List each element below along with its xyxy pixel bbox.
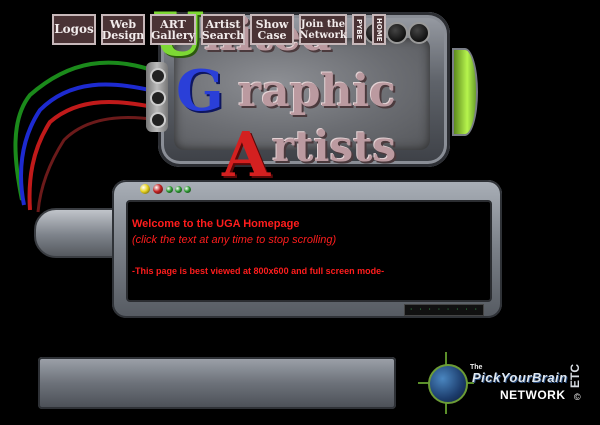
nav-logos-button[interactable]: Logos	[52, 14, 96, 45]
nav-join-network-button[interactable]: Join the Network	[299, 14, 347, 45]
scrolling-message-screen[interactable]: Welcome to the UGA Homepage (click the t…	[126, 200, 492, 302]
nav-artist-search-button[interactable]: Artist Search	[201, 14, 245, 45]
globe-icon	[428, 364, 468, 404]
monitor-knob-icon	[408, 22, 430, 44]
welcome-title[interactable]: Welcome to the UGA Homepage	[132, 218, 299, 230]
network-label: NETWORK	[500, 388, 566, 402]
network-brand: PickYourBrain	[472, 370, 568, 385]
best-viewed-note[interactable]: -This page is best viewed at 800x600 and…	[132, 266, 384, 276]
network-etc: ETC	[568, 364, 582, 388]
nav-home-button[interactable]: HOME	[372, 14, 386, 45]
status-led-icon	[140, 184, 150, 194]
status-led-icon	[184, 186, 191, 193]
network-copyright: ©	[574, 392, 581, 402]
port-dot-icon	[150, 112, 166, 128]
pickyourbrain-network-badge[interactable]: The PickYourBrain NETWORK © ETC	[418, 352, 596, 416]
port-dot-icon	[150, 68, 166, 84]
console-tiny-label: · · · · · · · ·	[404, 304, 484, 316]
scroll-hint[interactable]: (click the text at any time to stop scro…	[132, 234, 336, 246]
monitor-knob-icon	[386, 22, 408, 44]
nav-show-case-button[interactable]: Show Case	[250, 14, 294, 45]
nav-bar	[38, 357, 396, 409]
green-lens-icon	[452, 48, 478, 136]
nav-pybe-button[interactable]: PYBE	[352, 14, 366, 45]
status-led-icon	[166, 186, 173, 193]
logo-word-rtists: rtists	[272, 122, 397, 171]
nav-art-gallery-button[interactable]: ART Gallery	[150, 14, 196, 45]
port-dot-icon	[150, 90, 166, 106]
nav-web-design-button[interactable]: Web Design	[101, 14, 145, 45]
logo-letter-g: G	[176, 58, 224, 124]
status-led-icon	[153, 184, 163, 194]
logo-word-raphic: raphic	[238, 66, 396, 117]
console-connector	[34, 208, 122, 258]
side-port	[146, 62, 168, 132]
status-led-icon	[175, 186, 182, 193]
